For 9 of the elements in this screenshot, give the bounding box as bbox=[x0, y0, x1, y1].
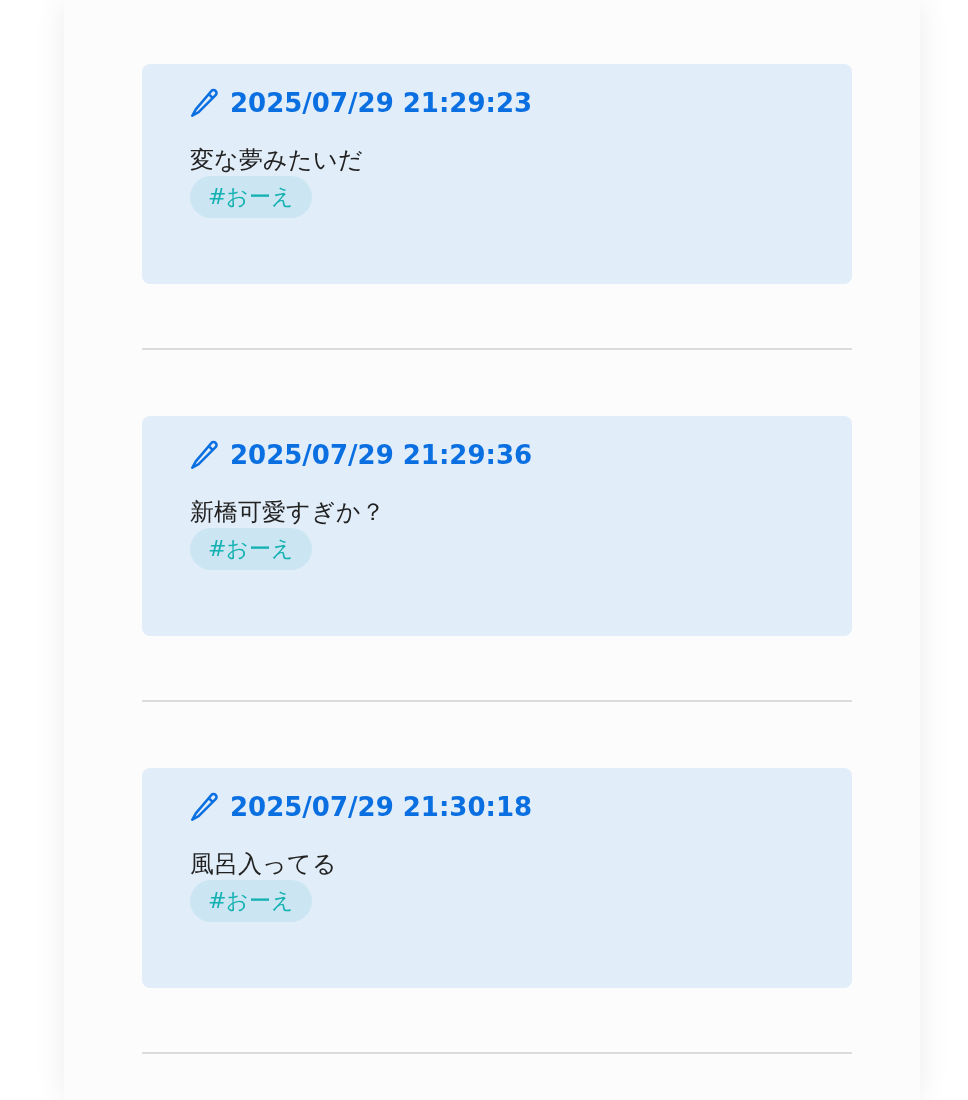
hashtag-tag[interactable]: #おーえ bbox=[190, 176, 313, 218]
post-text: 風呂入ってる bbox=[190, 849, 338, 880]
post-text: 新橋可愛すぎか？ bbox=[190, 497, 386, 528]
hashtag-tag[interactable]: #おーえ bbox=[190, 528, 313, 570]
post-timestamp: 2025/07/29 21:29:23 bbox=[230, 88, 533, 118]
post-timestamp: 2025/07/29 21:30:18 bbox=[230, 792, 533, 822]
hashtag-tag[interactable]: #おーえ bbox=[190, 880, 313, 922]
post-text: 変な夢みたいだ bbox=[190, 145, 364, 176]
post-timestamp: 2025/07/29 21:29:36 bbox=[230, 440, 533, 470]
